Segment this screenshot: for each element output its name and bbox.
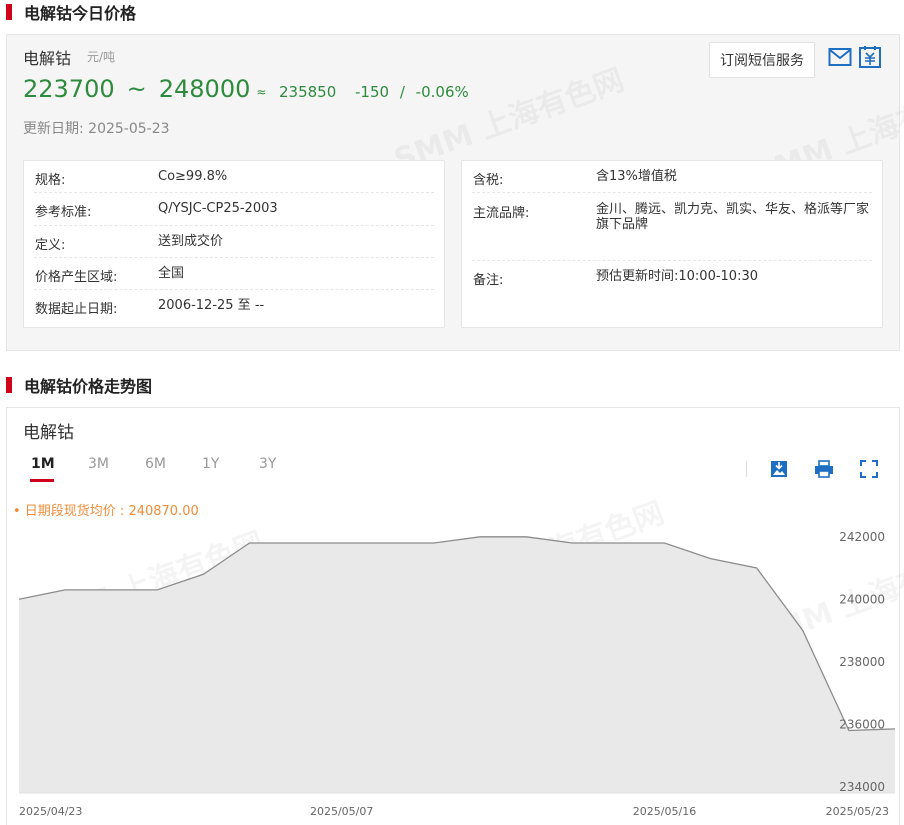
x-tick-label: 2025/05/16 bbox=[633, 805, 696, 818]
price-range: 223700 ~ 248000 ≈ bbox=[23, 75, 266, 103]
info-value: Q/YSJC-CP25-2003 bbox=[158, 201, 278, 216]
y-tick-label: 234000 bbox=[839, 780, 885, 794]
product-name: 电解钴 bbox=[23, 49, 72, 68]
calendar-icon[interactable] bbox=[858, 45, 882, 69]
info-row: 参考标准: Q/YSJC-CP25-2003 bbox=[34, 193, 434, 226]
info-key: 参考标准: bbox=[35, 205, 92, 220]
info-row: 数据起止日期: 2006-12-25 至 -- bbox=[34, 290, 434, 323]
section-title: 电解钴价格走势图 bbox=[24, 377, 153, 396]
y-tick-label: 236000 bbox=[839, 717, 885, 731]
info-table-left: 规格: Co≥99.8% 参考标准: Q/YSJC-CP25-2003 定义: … bbox=[23, 160, 445, 328]
section-header-today-price: 电解钴今日价格 bbox=[6, 1, 136, 23]
update-label: 更新日期: bbox=[23, 121, 84, 137]
price-change: -150 / -0.06% bbox=[355, 83, 469, 101]
x-tick-label: 2025/05/23 bbox=[826, 805, 889, 818]
info-row: 定义: 送到成交价 bbox=[34, 226, 434, 258]
info-row: 含税: 含13%增值税 bbox=[472, 161, 872, 193]
section-title: 电解钴今日价格 bbox=[24, 4, 137, 23]
price-trend-chart: 234000 236000 238000 240000 242000 2025/04/23… bbox=[18, 530, 896, 818]
info-value: 含13%增值税 bbox=[596, 169, 677, 184]
section-marker bbox=[6, 377, 12, 393]
info-table-right: 含税: 含13%增值税 主流品牌: 金川、腾远、凯力克、凯实、华友、格派等厂家旗… bbox=[461, 160, 883, 328]
info-value: 金川、腾远、凯力克、凯实、华友、格派等厂家旗下品牌 bbox=[596, 202, 870, 232]
price-tilde: ~ bbox=[126, 75, 147, 103]
y-tick-label: 242000 bbox=[839, 530, 885, 544]
info-key: 数据起止日期: bbox=[35, 302, 118, 317]
info-key: 定义: bbox=[35, 238, 66, 253]
info-value: 送到成交价 bbox=[158, 234, 224, 249]
price-low: 223700 bbox=[23, 75, 115, 103]
change-value: -150 bbox=[355, 83, 390, 101]
update-value: 2025-05-23 bbox=[88, 121, 170, 137]
info-key: 备注: bbox=[473, 273, 504, 288]
y-tick-label: 240000 bbox=[839, 592, 885, 606]
change-percent: -0.06% bbox=[415, 83, 469, 101]
info-key: 主流品牌: bbox=[473, 206, 530, 221]
trend-icon: ≈ bbox=[256, 85, 267, 99]
x-tick-label: 2025/04/23 bbox=[19, 805, 82, 818]
update-date: 更新日期: 2025-05-23 bbox=[23, 118, 170, 138]
info-value: 全国 bbox=[158, 266, 185, 281]
subscribe-sms-button[interactable]: 订阅短信服务 bbox=[709, 42, 815, 78]
mail-icon[interactable] bbox=[828, 45, 852, 69]
info-value: Co≥99.8% bbox=[158, 169, 228, 184]
info-row: 主流品牌: 金川、腾远、凯力克、凯实、华友、格派等厂家旗下品牌 bbox=[472, 193, 872, 261]
price-card: SMM 上海有色网 SMM 上海有色网 电解钴 元/吨 223700 ~ 248… bbox=[6, 34, 904, 351]
product-unit: 元/吨 bbox=[87, 50, 116, 64]
info-row: 备注: 预估更新时间:10:00-10:30 bbox=[472, 261, 872, 301]
section-marker bbox=[6, 4, 12, 20]
average-price: 235850 bbox=[279, 83, 337, 101]
series-area bbox=[19, 536, 895, 793]
info-value: 2006-12-25 至 -- bbox=[158, 298, 265, 313]
info-row: 规格: Co≥99.8% bbox=[34, 161, 434, 193]
info-key: 含税: bbox=[473, 173, 504, 188]
section-header-price-trend: 电解钴价格走势图 bbox=[6, 374, 152, 396]
change-separator: / bbox=[399, 83, 405, 101]
info-key: 价格产生区域: bbox=[35, 270, 118, 285]
chart-card: 电解钴 1M 3M 6M 1Y 3Y • 日期段现货均价 : 240870.00… bbox=[6, 407, 904, 825]
info-key: 规格: bbox=[35, 173, 66, 188]
info-value: 预估更新时间:10:00-10:30 bbox=[596, 269, 758, 284]
price-high: 248000 bbox=[158, 75, 251, 103]
y-tick-label: 238000 bbox=[839, 655, 885, 669]
info-row: 价格产生区域: 全国 bbox=[34, 258, 434, 290]
x-tick-label: 2025/05/07 bbox=[310, 805, 373, 818]
